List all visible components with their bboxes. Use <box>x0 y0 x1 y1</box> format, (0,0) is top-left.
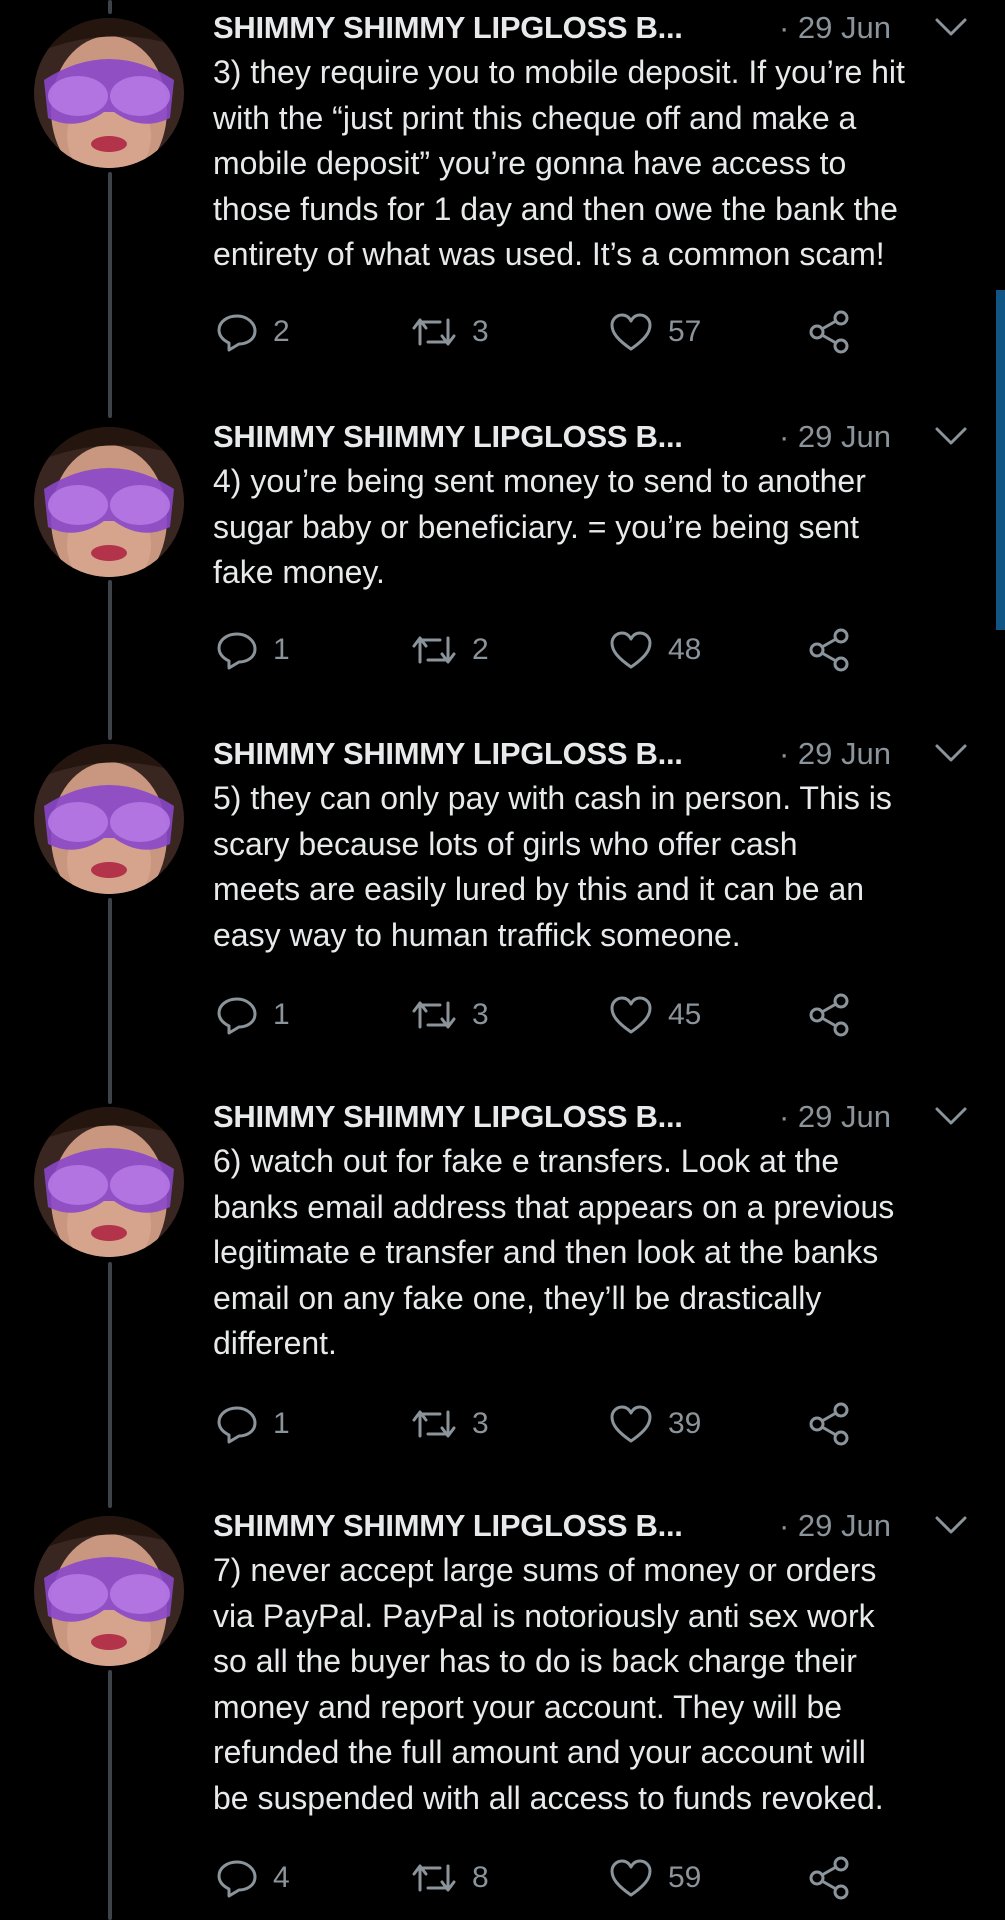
reply-count: 1 <box>273 1407 290 1440</box>
avatar[interactable] <box>34 744 184 894</box>
avatar-image <box>34 1107 184 1257</box>
chevron-down-icon[interactable] <box>933 1101 969 1131</box>
like-button[interactable]: 57 <box>608 307 701 357</box>
retweet-icon <box>410 993 458 1037</box>
chevron-down-icon[interactable] <box>933 738 969 768</box>
tweet[interactable]: SHIMMY SHIMMY LIPGLOSS B... · 29 Jun 5) … <box>0 726 1005 1076</box>
like-count: 39 <box>668 1407 702 1440</box>
reply-button[interactable]: 1 <box>215 990 290 1040</box>
action-bar: 2 3 57 <box>213 307 993 357</box>
reply-icon <box>215 628 259 672</box>
tweet[interactable]: SHIMMY SHIMMY LIPGLOSS B... · 29 Jun 4) … <box>0 409 1005 709</box>
tweet[interactable]: SHIMMY SHIMMY LIPGLOSS B... · 29 Jun 6) … <box>0 1089 1005 1489</box>
avatar-image <box>34 1516 184 1666</box>
tweet[interactable]: SHIMMY SHIMMY LIPGLOSS B... · 29 Jun 7) … <box>0 1498 1005 1920</box>
reply-icon <box>215 1402 259 1446</box>
share-button[interactable] <box>807 625 853 675</box>
like-button[interactable]: 59 <box>608 1853 701 1903</box>
author-name[interactable]: SHIMMY SHIMMY LIPGLOSS B... <box>213 1506 683 1546</box>
retweet-button[interactable]: 8 <box>410 1853 489 1903</box>
like-count: 57 <box>668 315 702 348</box>
retweet-count: 2 <box>472 633 489 666</box>
like-button[interactable]: 45 <box>608 990 701 1040</box>
share-icon <box>807 628 853 672</box>
retweet-icon <box>410 1402 458 1446</box>
retweet-count: 8 <box>472 1861 489 1894</box>
action-bar: 1 3 39 <box>213 1399 993 1449</box>
reply-button[interactable]: 1 <box>215 1399 290 1449</box>
chevron-down-icon[interactable] <box>933 1510 969 1540</box>
tweet-date[interactable]: · 29 Jun <box>779 417 891 457</box>
retweet-icon <box>410 310 458 354</box>
heart-icon <box>608 1402 654 1446</box>
heart-icon <box>608 628 654 672</box>
retweet-icon <box>410 628 458 672</box>
like-count: 59 <box>668 1861 702 1894</box>
avatar[interactable] <box>34 1516 184 1666</box>
share-icon <box>807 1402 853 1446</box>
reply-button[interactable]: 4 <box>215 1853 290 1903</box>
reply-icon <box>215 310 259 354</box>
reply-icon <box>215 1856 259 1900</box>
like-button[interactable]: 39 <box>608 1399 701 1449</box>
chevron-down-icon[interactable] <box>933 12 969 42</box>
action-bar: 4 8 59 <box>213 1853 993 1903</box>
retweet-icon <box>410 1856 458 1900</box>
retweet-count: 3 <box>472 998 489 1031</box>
share-button[interactable] <box>807 1399 853 1449</box>
reply-count: 4 <box>273 1861 290 1894</box>
reply-count: 2 <box>273 315 290 348</box>
like-count: 45 <box>668 998 702 1031</box>
share-icon <box>807 1856 853 1900</box>
retweet-button[interactable]: 3 <box>410 1399 489 1449</box>
reply-icon <box>215 993 259 1037</box>
author-name[interactable]: SHIMMY SHIMMY LIPGLOSS B... <box>213 1097 683 1137</box>
reply-button[interactable]: 1 <box>215 625 290 675</box>
share-button[interactable] <box>807 307 853 357</box>
avatar[interactable] <box>34 1107 184 1257</box>
tweet-date[interactable]: · 29 Jun <box>779 1506 891 1546</box>
heart-icon <box>608 1856 654 1900</box>
retweet-button[interactable]: 2 <box>410 625 489 675</box>
action-bar: 1 3 45 <box>213 990 993 1040</box>
action-bar: 1 2 48 <box>213 625 993 675</box>
tweet-text: 5) they can only pay with cash in person… <box>213 780 892 953</box>
retweet-count: 3 <box>472 1407 489 1440</box>
heart-icon <box>608 993 654 1037</box>
share-button[interactable] <box>807 990 853 1040</box>
reply-count: 1 <box>273 998 290 1031</box>
author-name[interactable]: SHIMMY SHIMMY LIPGLOSS B... <box>213 8 683 48</box>
avatar[interactable] <box>34 427 184 577</box>
chevron-down-icon[interactable] <box>933 421 969 451</box>
tweet-date[interactable]: · 29 Jun <box>779 1097 891 1137</box>
avatar[interactable] <box>34 18 184 168</box>
share-button[interactable] <box>807 1853 853 1903</box>
tweet-text: 7) never accept large sums of money or o… <box>213 1552 884 1816</box>
author-name[interactable]: SHIMMY SHIMMY LIPGLOSS B... <box>213 417 683 457</box>
tweet-date[interactable]: · 29 Jun <box>779 8 891 48</box>
avatar-image <box>34 427 184 577</box>
avatar-image <box>34 18 184 168</box>
author-name[interactable]: SHIMMY SHIMMY LIPGLOSS B... <box>213 734 683 774</box>
tweet-date[interactable]: · 29 Jun <box>779 734 891 774</box>
share-icon <box>807 993 853 1037</box>
tweet[interactable]: SHIMMY SHIMMY LIPGLOSS B... · 29 Jun 3) … <box>0 0 1005 400</box>
retweet-button[interactable]: 3 <box>410 990 489 1040</box>
tweet-text: 3) they require you to mobile deposit. I… <box>213 54 905 273</box>
avatar-image <box>34 744 184 894</box>
retweet-button[interactable]: 3 <box>410 307 489 357</box>
tweet-text: 4) you’re being sent money to send to an… <box>213 463 866 591</box>
share-icon <box>807 310 853 354</box>
reply-button[interactable]: 2 <box>215 307 290 357</box>
reply-count: 1 <box>273 633 290 666</box>
tweet-text: 6) watch out for fake e transfers. Look … <box>213 1143 895 1362</box>
heart-icon <box>608 310 654 354</box>
like-button[interactable]: 48 <box>608 625 701 675</box>
retweet-count: 3 <box>472 315 489 348</box>
like-count: 48 <box>668 633 702 666</box>
